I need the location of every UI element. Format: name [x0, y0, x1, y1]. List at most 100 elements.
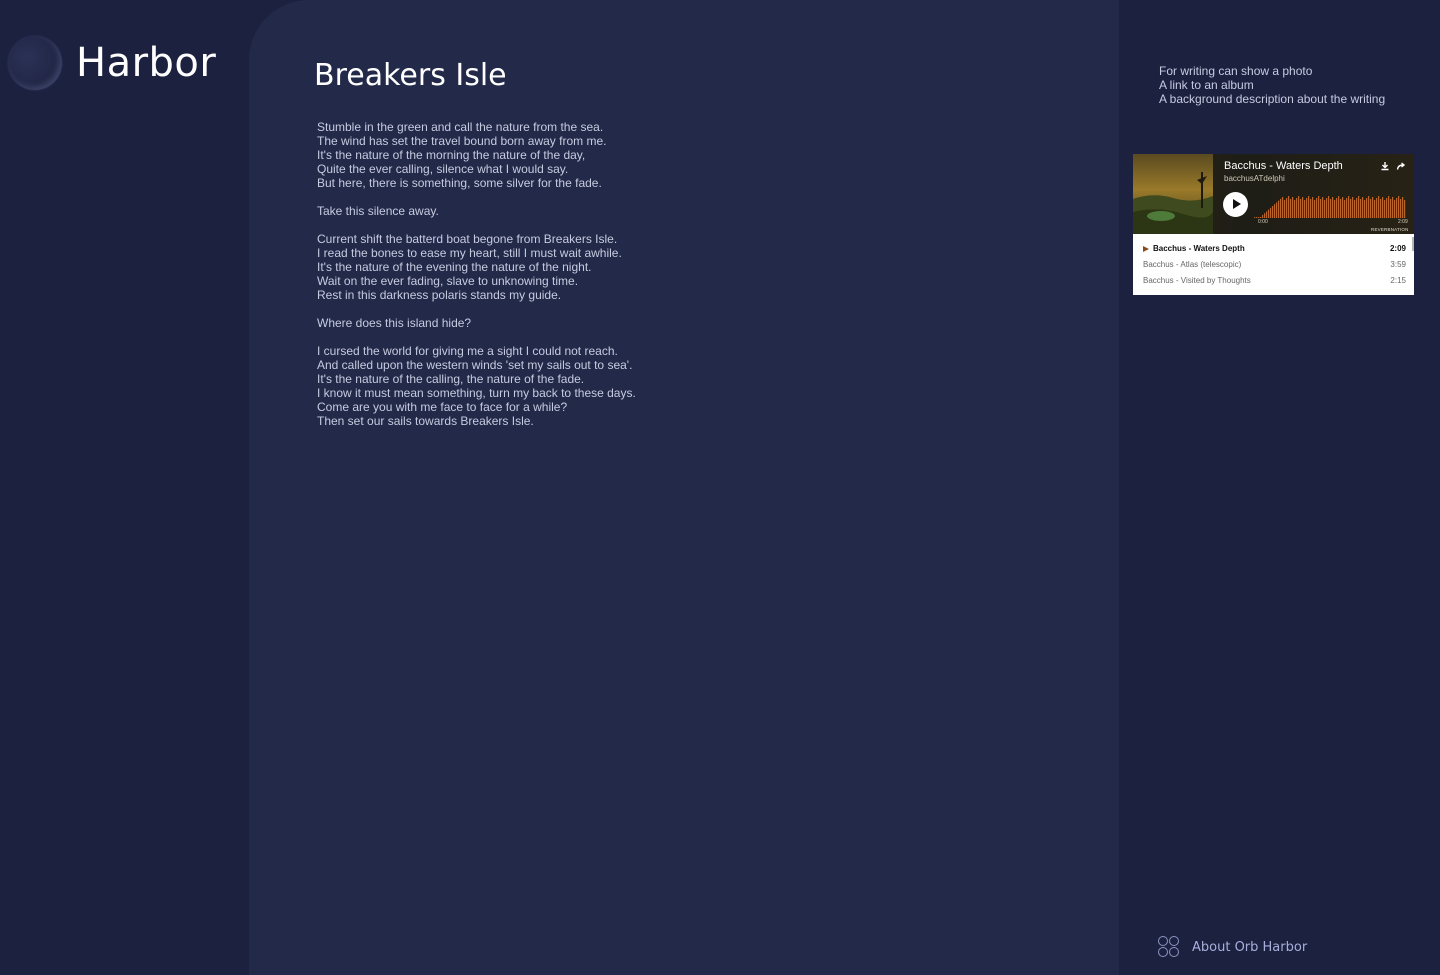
waveform-bar	[1258, 217, 1260, 218]
waveform-bar	[1274, 204, 1276, 218]
page: Harbor Breakers Isle Stumble in the gree…	[0, 0, 1440, 975]
poem-line: I cursed the world for giving me a sight…	[317, 344, 618, 358]
about-link[interactable]: About Orb Harbor	[1158, 936, 1307, 958]
waveform-bar	[1348, 196, 1350, 218]
track-row[interactable]: Bacchus - Atlas (telescopic) 3:59	[1133, 256, 1414, 272]
poem-line: I know it must mean something, turn my b…	[317, 386, 636, 400]
poem-line: And called upon the western winds 'set m…	[317, 358, 633, 372]
waveform-bar	[1390, 199, 1392, 218]
album-artwork-image	[1133, 154, 1213, 234]
poem-line: Rest in this darkness polaris stands my …	[317, 288, 562, 302]
waveform-bar	[1338, 196, 1340, 218]
poem-line: But here, there is something, some silve…	[317, 176, 602, 190]
waveform-bar	[1280, 198, 1282, 218]
time-start: 0:00	[1258, 219, 1268, 225]
download-icon[interactable]	[1380, 161, 1390, 171]
waveform-bar	[1312, 197, 1314, 218]
poem-line: Wait on the ever fading, slave to unknow…	[317, 274, 579, 288]
waveform-bar	[1284, 200, 1286, 218]
info-line-photo: For writing can show a photo	[1159, 64, 1313, 78]
waveform-bar	[1314, 200, 1316, 218]
waveform-bar	[1362, 197, 1364, 218]
poem-stanza: Where does this island hide?	[317, 316, 636, 330]
waveform-bar	[1318, 196, 1320, 218]
music-player-embed[interactable]: Bacchus - Waters Depth bacchusATdelphi 0…	[1133, 154, 1414, 295]
waveform[interactable]	[1254, 192, 1409, 218]
brand-name: Harbor	[76, 40, 217, 86]
waveform-bar	[1344, 200, 1346, 218]
waveform-bar	[1306, 198, 1308, 218]
waveform-bar	[1384, 200, 1386, 218]
waveform-bar	[1326, 198, 1328, 218]
play-button[interactable]	[1223, 192, 1248, 217]
track-name: Bacchus - Visited by Thoughts	[1143, 276, 1251, 285]
tracklist-scrollbar[interactable]	[1412, 237, 1414, 251]
waveform-bar	[1268, 209, 1270, 218]
track-duration: 3:59	[1390, 260, 1406, 269]
poem-line: Take this silence away.	[317, 204, 439, 218]
info-line-album: A link to an album	[1159, 78, 1254, 92]
brand[interactable]: Harbor	[8, 36, 216, 90]
waveform-bar	[1374, 200, 1376, 218]
reverbnation-logo[interactable]: REVERBNATION	[1371, 227, 1409, 232]
waveform-bar	[1270, 207, 1272, 218]
waveform-bar	[1260, 217, 1262, 218]
waveform-bar	[1382, 197, 1384, 218]
waveform-bar	[1272, 206, 1274, 218]
waveform-bar	[1286, 198, 1288, 218]
waveform-bar	[1400, 199, 1402, 218]
waveform-bar	[1402, 197, 1404, 218]
poem-line: It's the nature of the evening the natur…	[317, 260, 592, 274]
poem-line: It's the nature of the calling, the natu…	[317, 372, 585, 386]
album-artwork[interactable]	[1133, 154, 1213, 234]
poem-line: The wind has set the travel bound born a…	[317, 134, 607, 148]
waveform-bar	[1396, 198, 1398, 218]
waveform-bar	[1394, 200, 1396, 218]
track-duration: 2:15	[1390, 276, 1406, 285]
waveform-bar	[1300, 199, 1302, 218]
track-row[interactable]: Bacchus - Visited by Thoughts 2:15	[1133, 272, 1414, 288]
waveform-bar	[1358, 196, 1360, 218]
waveform-bar	[1282, 197, 1284, 218]
waveform-bar	[1354, 200, 1356, 218]
waveform-bar	[1296, 198, 1298, 218]
waveform-bar	[1334, 200, 1336, 218]
track-row[interactable]: Bacchus - Waters Depth 2:09	[1133, 240, 1414, 256]
waveform-bar	[1380, 199, 1382, 218]
player-track-title: Bacchus - Waters Depth	[1224, 160, 1343, 172]
waveform-bar	[1254, 217, 1256, 218]
player-artist[interactable]: bacchusATdelphi	[1224, 174, 1285, 183]
waveform-bar	[1340, 199, 1342, 218]
poem-stanza: Current shift the batterd boat begone fr…	[317, 232, 636, 302]
waveform-bar	[1392, 197, 1394, 218]
waveform-bar	[1404, 200, 1406, 218]
waveform-bar	[1294, 200, 1296, 218]
waveform-bar	[1278, 200, 1280, 218]
waveform-bar	[1398, 196, 1400, 218]
poem-line: Quite the ever calling, silence what I w…	[317, 162, 569, 176]
page-title: Breakers Isle	[314, 58, 507, 93]
main-content: Breakers Isle Stumble in the green and c…	[249, 0, 1119, 975]
waveform-bar	[1328, 196, 1330, 218]
waveform-bar	[1276, 202, 1278, 218]
share-icon[interactable]	[1396, 161, 1406, 171]
waveform-bar	[1352, 197, 1354, 218]
waveform-bar	[1292, 197, 1294, 218]
waveform-bar	[1356, 198, 1358, 218]
track-name: Bacchus - Waters Depth	[1153, 244, 1245, 253]
waveform-bar	[1364, 200, 1366, 218]
now-playing-icon	[1143, 246, 1149, 252]
waveform-bar	[1256, 217, 1258, 218]
waveform-bar	[1290, 199, 1292, 218]
four-circles-icon	[1158, 936, 1180, 958]
writing-info: For writing can show a photo A link to a…	[1159, 64, 1385, 106]
time-end: 2:09	[1398, 219, 1408, 225]
poem-line: Then set our sails towards Breakers Isle…	[317, 414, 534, 428]
waveform-bar	[1350, 199, 1352, 218]
waveform-bar	[1342, 197, 1344, 218]
moon-logo-icon	[8, 36, 62, 90]
waveform-bar	[1322, 197, 1324, 218]
waveform-bar	[1370, 199, 1372, 218]
waveform-bar	[1310, 199, 1312, 218]
poem-line: Come are you with me face to face for a …	[317, 400, 568, 414]
